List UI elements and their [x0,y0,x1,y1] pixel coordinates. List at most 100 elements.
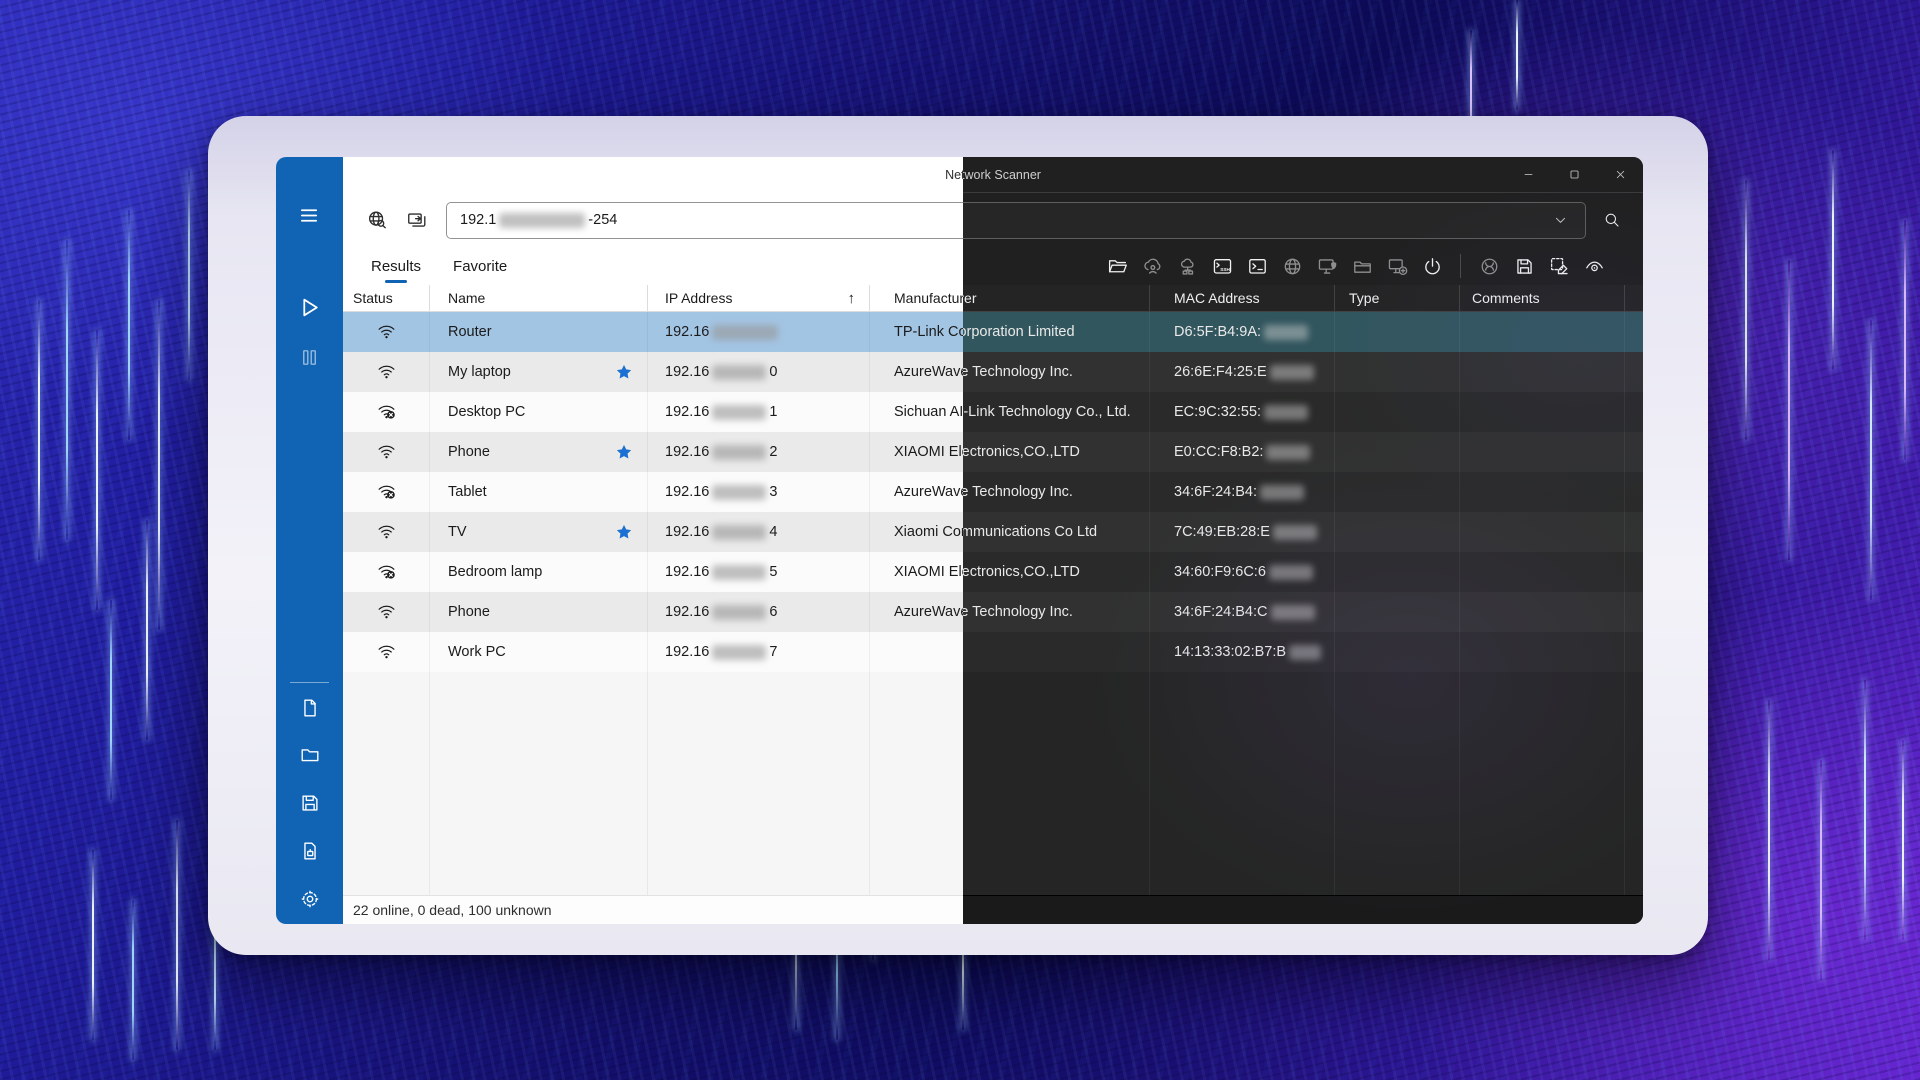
light-streak [1745,180,1747,440]
ip-lookup-globe-button[interactable] [364,207,390,233]
radar-button[interactable] [1476,253,1502,279]
remote-cloud-user-button[interactable] [1139,253,1165,279]
settings-icon [299,888,321,910]
light-streak [1864,680,1866,940]
maximize-button[interactable] [1551,157,1597,192]
redacted-mac [1260,485,1304,500]
sidebar-divider [290,682,329,683]
mac-address-cell: 7C:49:EB:28:E [1150,512,1335,552]
sidebar-settings-button[interactable] [291,881,329,917]
sidebar-new-file-button[interactable] [291,690,329,726]
status-cell [343,632,430,672]
column-header-type[interactable]: Type [1335,285,1460,311]
terminal-icon [1247,256,1268,277]
name-cell: Router [430,312,648,352]
chevron-down-icon [1553,213,1568,228]
sidebar-start-scan-button[interactable] [291,289,329,325]
tab-favorite[interactable]: Favorite [437,247,523,285]
network-map-icon [1177,256,1198,277]
favorite-star-icon[interactable] [615,443,633,461]
maximize-icon [1568,168,1581,181]
spacer-cell [1625,512,1643,552]
toolbar-actions: SSH [1104,253,1643,279]
chevron-down-icon[interactable] [1543,205,1577,235]
close-button[interactable] [1597,157,1643,192]
redacted-mac [1266,445,1310,460]
device-name: TV [448,524,467,540]
status-cell [343,392,430,432]
sidebar-export-report-button[interactable] [291,833,329,869]
sidebar-open-file-button[interactable] [291,737,329,773]
sidebar-menu-button[interactable] [291,197,329,233]
save-button[interactable] [1511,253,1537,279]
type-cell [1335,592,1460,632]
comments-cell [1460,312,1625,352]
sidebar-pause-scan-button[interactable] [291,339,329,375]
add-computer-button[interactable] [1384,253,1410,279]
light-streak [38,300,40,560]
open-folder-button[interactable] [1104,253,1130,279]
comments-cell [1460,432,1625,472]
light-streak [1768,700,1770,960]
remote-shield-button[interactable] [1314,253,1340,279]
wifi-icon [375,362,398,382]
redacted-mac [1270,365,1314,380]
column-header-name[interactable]: Name [430,285,648,311]
remote-desktop-button[interactable] [404,207,430,233]
light-streak [1904,220,1906,460]
toolbar-separator [1460,254,1461,278]
power-icon [1422,256,1443,277]
search-button[interactable] [1590,202,1634,239]
active-tab-indicator [385,280,407,284]
mac-address-cell: E0:CC:F8:B2: [1150,432,1335,472]
wifi-unknown-icon [375,482,398,502]
name-cell: Work PC [430,632,648,672]
ssh-terminal-icon: SSH [1212,256,1233,277]
remote-cloud-user-icon [1142,256,1163,277]
type-cell [1335,512,1460,552]
mac-address-cell: 14:13:33:02:B7:B [1150,632,1335,672]
redacted-mac [1271,605,1315,620]
status-cell [343,472,430,512]
wifi-icon [375,602,398,622]
window-controls [1505,157,1643,192]
clear-results-button[interactable] [1546,253,1572,279]
device-name: My laptop [448,364,511,380]
column-header-comments[interactable]: Comments [1460,285,1625,311]
terminal-button[interactable] [1244,253,1270,279]
status-cell [343,512,430,552]
shared-folders-icon [1352,256,1373,277]
column-header-ip-address[interactable]: IP Address↑ [648,285,870,311]
ssh-terminal-button[interactable]: SSH [1209,253,1235,279]
redacted-ip [712,565,766,580]
name-cell: TV [430,512,648,552]
sidebar-save-results-button[interactable] [291,785,329,821]
light-streak [146,520,148,740]
type-cell [1335,632,1460,672]
device-name: Bedroom lamp [448,564,542,580]
tab-results[interactable]: Results [355,247,437,285]
spacer-cell [1625,632,1643,672]
ip-lookup-globe-icon [366,209,388,231]
power-button[interactable] [1419,253,1445,279]
column-header-mac-address[interactable]: MAC Address [1150,285,1335,311]
redacted-mac [1273,525,1317,540]
wifi-icon [375,442,398,462]
add-computer-icon [1387,256,1408,277]
mac-address-cell: D6:5F:B4:9A: [1150,312,1335,352]
column-header-status[interactable]: Status [343,285,430,311]
shared-folders-button[interactable] [1349,253,1375,279]
device-name: Work PC [448,644,506,660]
minimize-button[interactable] [1505,157,1551,192]
favorite-star-icon[interactable] [615,523,633,541]
ip-range-value: 192.1-254 [460,212,617,228]
mac-address-cell: 34:60:F9:6C:6 [1150,552,1335,592]
preview-eye-button[interactable] [1581,253,1607,279]
web-browser-button[interactable] [1279,253,1305,279]
network-map-button[interactable] [1174,253,1200,279]
light-streak [176,820,178,1050]
menu-icon [298,204,321,227]
redacted-ip [712,365,766,380]
spacer-cell [1625,552,1643,592]
favorite-star-icon[interactable] [615,363,633,381]
